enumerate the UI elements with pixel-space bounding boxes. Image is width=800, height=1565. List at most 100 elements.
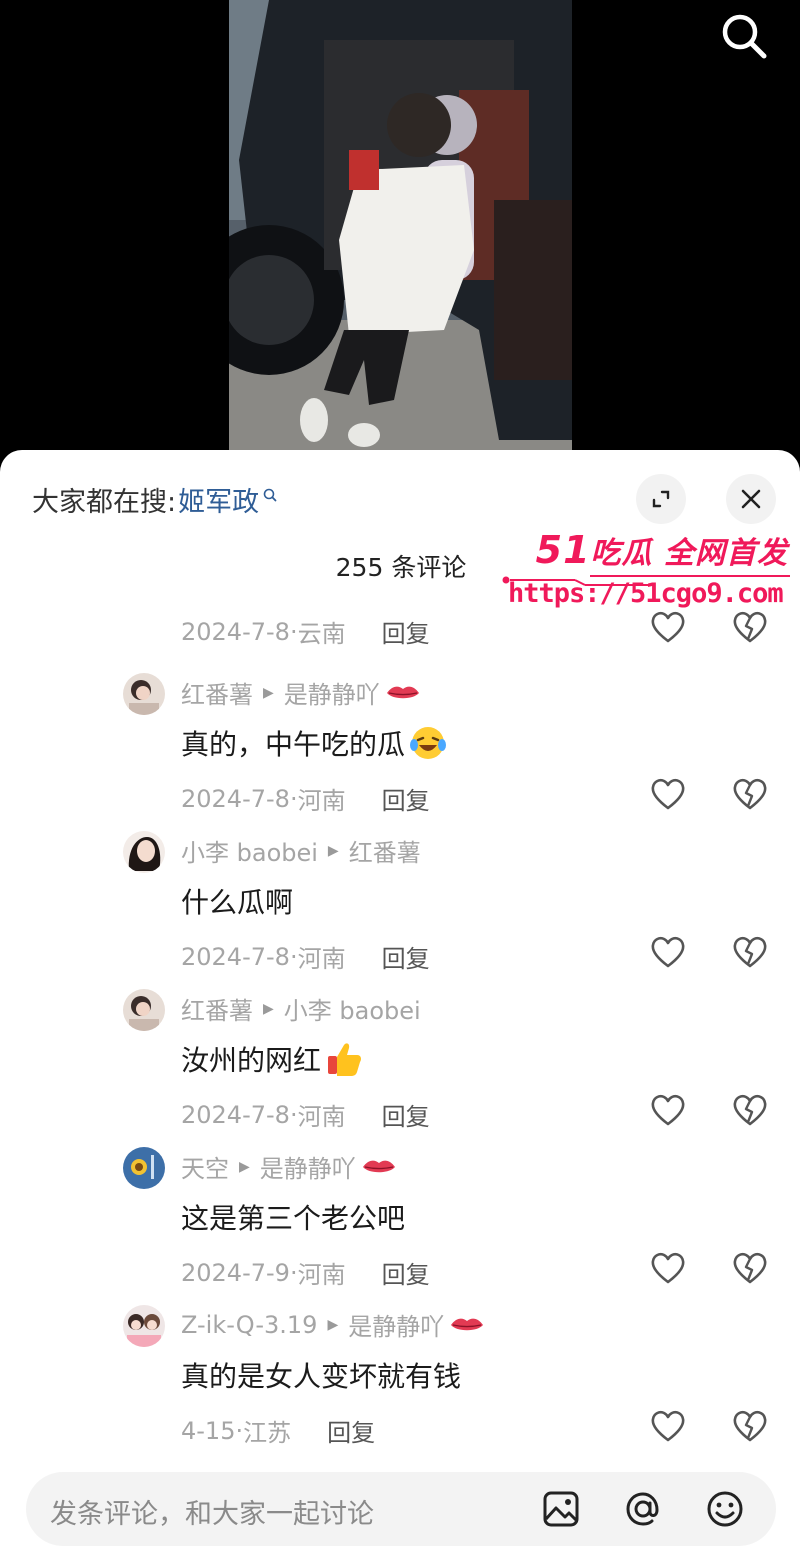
comment-location: 河南 [297,787,346,815]
dislike-button[interactable] [732,777,768,811]
reply-button[interactable]: 回复 [382,1097,430,1132]
comment-footer: 2024-7-9 · 河南 回复 [181,1255,430,1290]
lips-icon [362,1160,395,1172]
reply-arrow-icon: ▶ [239,1158,250,1175]
reply-arrow-icon: ▶ [263,684,274,701]
comment-location: 江苏 [243,1419,292,1447]
comment-item: 红番薯 ▶ 是静静吖 真的，中午吃的瓜 2024-7-8 · 河南 回复 [0,673,800,823]
search-icon [722,14,767,59]
lips-icon [451,1318,484,1330]
comment-location: 河南 [297,945,346,973]
comment-username[interactable]: 红番薯 [181,675,253,710]
comment-username[interactable]: 红番薯 [181,991,253,1026]
broken-heart-icon [733,1094,767,1126]
avatar[interactable] [123,1147,165,1189]
avatar[interactable] [123,831,165,873]
like-button[interactable] [650,777,686,811]
dislike-button[interactable] [732,935,768,969]
comment-item: 红番薯 ▶ 小李 baobei 汝州的网红 2024-7-8 · 河南 回复 [0,989,800,1139]
avatar[interactable] [123,1305,165,1347]
comment-location: 河南 [297,1261,346,1289]
heart-icon [651,778,685,810]
reply-arrow-icon: ▶ [327,1316,339,1333]
avatar[interactable] [123,989,165,1031]
comment-meta: 天空 ▶ 是静静吖 [181,1149,396,1184]
comment-text: 这是第三个老公吧 [181,1202,406,1235]
heart-icon [651,936,685,968]
comment-reply-to[interactable]: 是静静吖 [284,675,380,710]
at-icon [626,1492,659,1526]
reply-arrow-icon: ▶ [263,1000,274,1017]
heart-icon [651,1410,685,1442]
broken-heart-icon [733,1410,767,1442]
comment-input-placeholder[interactable]: 发条评论，和大家一起讨论 [50,1492,374,1531]
lips-icon [386,686,419,698]
heart-icon [651,611,685,643]
reply-button[interactable]: 回复 [382,1255,430,1290]
comment-date: 2024-7-8 [181,617,290,646]
comment-input-bar[interactable]: 发条评论，和大家一起讨论 [26,1472,776,1546]
comment-location: 云南 [297,620,346,648]
like-button[interactable] [650,935,686,969]
comment-date: 4-15 [181,1416,236,1445]
reply-button[interactable]: 回复 [382,781,430,816]
dislike-button[interactable] [732,1093,768,1127]
comment-item: Z-ik-Q-3.19 ▶ 是静静吖 真的是女人变坏就有钱 4-15 · 江苏 回复 [0,1305,800,1455]
comment-content: 这是第三个老公吧 [181,1197,405,1237]
comment-date: 2024-7-8 [181,784,290,813]
comment-footer: 2024-7-8 · 河南 回复 [181,781,430,816]
comment-reply-to[interactable]: 是静静吖 [260,1149,356,1184]
comment-item: 2024-7-8 · 云南 回复 [0,506,800,656]
like-button[interactable] [650,1409,686,1443]
reply-button[interactable]: 回复 [382,939,430,974]
broken-heart-icon [733,778,767,810]
like-button[interactable] [650,610,686,644]
comment-username[interactable]: 小李 baobei [181,833,318,868]
reply-button[interactable]: 回复 [327,1413,375,1448]
comment-item: 小李 baobei ▶ 红番薯 什么瓜啊 2024-7-8 · 河南 回复 [0,831,800,981]
comment-footer: 2024-7-8 · 河南 回复 [181,939,430,974]
comment-content: 真的是女人变坏就有钱 [181,1355,461,1395]
comment-sheet: 大家都在搜: 姬军政 255 条评论 51吃瓜 全网首发 https://51c… [0,450,800,1565]
broken-heart-icon [733,611,767,643]
like-button[interactable] [650,1093,686,1127]
reply-arrow-icon: ▶ [327,842,339,859]
search-button[interactable] [718,10,770,62]
emoji-icon [707,1491,743,1527]
video-still-image [229,0,572,450]
comment-meta: Z-ik-Q-3.19 ▶ 是静静吖 [181,1307,484,1342]
mention-button[interactable] [622,1488,664,1530]
comment-username[interactable]: Z-ik-Q-3.19 [181,1311,317,1339]
comment-date: 2024-7-9 [181,1258,290,1287]
dislike-button[interactable] [732,610,768,644]
comment-meta: 红番薯 ▶ 小李 baobei [181,991,421,1026]
video-frame [229,0,572,450]
broken-heart-icon [733,1252,767,1284]
thumbs-up-emoji [328,1043,362,1076]
comment-reply-to[interactable]: 小李 baobei [284,991,421,1026]
image-button[interactable] [540,1488,582,1530]
comment-content: 汝州的网红 [181,1039,363,1079]
emoji-button[interactable] [704,1488,746,1530]
comment-reply-to[interactable]: 是静静吖 [348,1307,444,1342]
comment-content: 什么瓜啊 [181,881,293,921]
comment-meta: 红番薯 ▶ 是静静吖 [181,675,420,710]
like-button[interactable] [650,1251,686,1285]
comment-reply-to[interactable]: 红番薯 [349,833,421,868]
avatar[interactable] [123,673,165,715]
comment-footer: 2024-7-8 · 河南 回复 [181,1097,430,1132]
search-small-icon [263,488,277,501]
comment-text: 汝州的网红 [181,1044,322,1077]
comment-footer: 2024-7-8 · 云南 回复 [181,614,430,649]
dislike-button[interactable] [732,1251,768,1285]
comment-username[interactable]: 天空 [181,1149,229,1184]
reply-button[interactable]: 回复 [382,614,430,649]
broken-heart-icon [733,936,767,968]
comment-text: 真的，中午吃的瓜 [181,728,406,761]
dislike-button[interactable] [732,1409,768,1443]
comment-date: 2024-7-8 [181,1100,290,1129]
heart-icon [651,1094,685,1126]
comment-content: 真的，中午吃的瓜 [181,723,447,763]
laughing-crying-emoji [410,727,447,759]
video-player[interactable] [0,0,800,470]
